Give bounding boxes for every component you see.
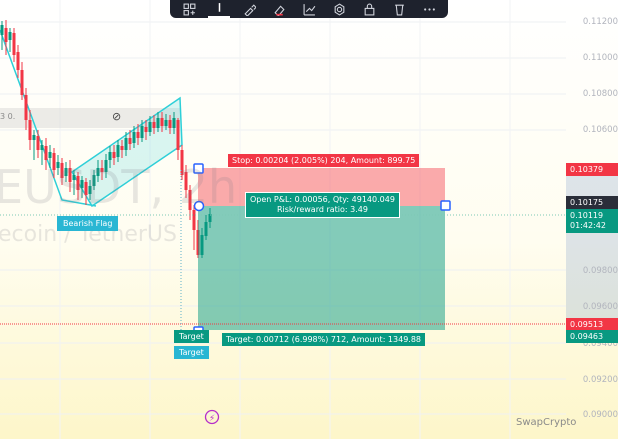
current-price-value: 0.10119 xyxy=(570,211,604,220)
candle-body xyxy=(0,25,4,35)
candle-body xyxy=(140,126,144,138)
price-tick: 0.11000 xyxy=(582,53,618,63)
candle-body xyxy=(172,118,176,128)
candle-countdown: 01:42:42 xyxy=(570,221,606,230)
target-label-b[interactable]: Target xyxy=(174,346,209,359)
profit-zone[interactable] xyxy=(198,206,445,330)
target-label-a[interactable]: Target xyxy=(174,330,209,343)
price-tick: 0.09600 xyxy=(582,302,618,312)
candle-body xyxy=(144,127,148,132)
price-tick: 0.11200 xyxy=(582,17,618,27)
line-tool-icon[interactable] xyxy=(208,0,230,18)
current-price-badge: 0.10119 01:42:42 xyxy=(566,209,618,233)
more-icon[interactable] xyxy=(418,1,440,17)
candle-body xyxy=(120,146,124,150)
risk-reward-line: Risk/reward ratio: 3.49 xyxy=(276,205,368,214)
settings-icon[interactable] xyxy=(328,1,350,17)
fib-level-label: 3 0. xyxy=(0,112,16,121)
chart-add-icon[interactable] xyxy=(298,1,320,17)
candle-body xyxy=(4,28,8,42)
candle-body xyxy=(164,120,168,126)
bearish-flag-label[interactable]: Bearish Flag xyxy=(57,216,119,231)
candle-body xyxy=(48,152,52,158)
brush-icon[interactable] xyxy=(238,1,260,17)
candle-body xyxy=(36,136,40,150)
price-tick: 0.09800 xyxy=(582,266,618,276)
candle-body xyxy=(116,145,120,157)
candle-body xyxy=(16,52,20,70)
pnl-line: Open P&L: 0.00056, Qty: 49140.049 xyxy=(250,195,395,204)
target-info-label: Target: 0.00712 (6.998%) 712, Amount: 13… xyxy=(222,333,426,346)
candle-body xyxy=(136,132,140,138)
candle-body xyxy=(20,70,24,95)
eraser-icon[interactable] xyxy=(268,1,290,17)
candle-body xyxy=(40,145,44,150)
width-handle[interactable] xyxy=(440,200,451,211)
pnl-info-label: Open P&L: 0.00056, Qty: 49140.049 Risk/r… xyxy=(245,192,400,218)
lightning-icon: ⚡ xyxy=(209,414,215,424)
candle-body xyxy=(132,132,136,143)
price-tick: 0.09200 xyxy=(582,375,618,385)
candle-body xyxy=(128,138,132,144)
drawing-toolbar xyxy=(170,0,448,18)
candle-body xyxy=(8,32,12,40)
candle-body xyxy=(112,152,116,158)
multi-layout-icon[interactable] xyxy=(178,1,200,17)
candle-body xyxy=(108,152,112,160)
trash-icon[interactable] xyxy=(388,1,410,17)
candle-body xyxy=(12,33,16,55)
entry-price-badge: 0.10175 xyxy=(566,196,618,209)
candle-body xyxy=(156,118,160,128)
price-tick: 0.09000 xyxy=(582,410,618,420)
stop-info-label: Stop: 0.00204 (2.005%) 204, Amount: 899.… xyxy=(228,154,420,167)
candle-body xyxy=(160,118,164,126)
candle-body xyxy=(24,95,28,120)
symbol-watermark: EUSDT, 2h xyxy=(0,160,238,214)
stop-price-badge: 0.10379 xyxy=(566,163,618,176)
candle-body xyxy=(152,122,156,128)
lock-icon[interactable] xyxy=(358,1,380,17)
credit-watermark: SwapCrypto xyxy=(516,417,577,428)
candle-body xyxy=(124,138,128,150)
candle-body xyxy=(168,120,172,128)
price-tick: 0.10600 xyxy=(582,125,618,135)
eye-off-icon[interactable]: ⊘ xyxy=(112,110,121,123)
candle-body xyxy=(44,146,48,160)
candle-body xyxy=(148,122,152,132)
candle-body xyxy=(176,120,180,150)
candle-body xyxy=(28,120,32,140)
price-tick: 0.10800 xyxy=(582,89,618,99)
target-price-badge: 0.09463 xyxy=(566,330,618,343)
candle-body xyxy=(32,135,36,140)
